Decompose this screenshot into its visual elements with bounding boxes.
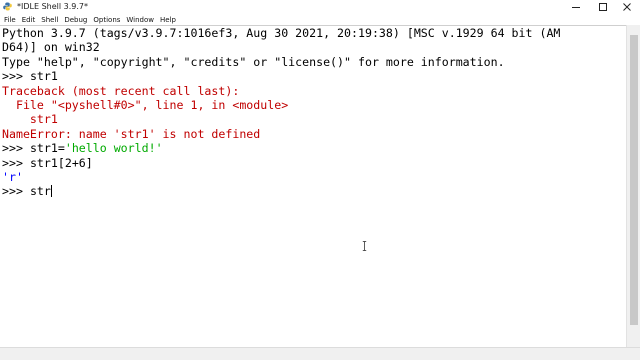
minimize-button[interactable]	[563, 0, 589, 14]
menu-shell[interactable]: Shell	[38, 15, 61, 25]
menu-window[interactable]: Window	[123, 15, 157, 25]
menu-options[interactable]: Options	[90, 15, 123, 25]
prompt: >>>	[2, 184, 23, 199]
input-line: >>> str1	[2, 69, 625, 83]
input-text: str1	[29, 69, 58, 84]
prompt: >>>	[2, 69, 23, 84]
input-text: str1=	[29, 141, 65, 156]
prompt: >>>	[2, 141, 23, 156]
input-line: >>> str1='hello world!'	[2, 141, 625, 155]
banner-line: Type "help", "copyright", "credits" or "…	[2, 54, 505, 69]
input-line: >>> str1[2+6]	[2, 156, 625, 170]
menu-edit[interactable]: Edit	[19, 15, 39, 25]
close-icon	[623, 3, 631, 11]
shell-text-area[interactable]: Python 3.9.7 (tags/v3.9.7:1016ef3, Aug 3…	[0, 25, 626, 348]
banner-line: D64)] on win32	[2, 40, 100, 55]
menu-bar: File Edit Shell Debug Options Window Hel…	[0, 14, 640, 25]
minimize-icon	[572, 7, 580, 8]
status-bar	[0, 347, 640, 360]
current-input-text[interactable]: str	[30, 184, 51, 198]
ibeam-cursor-icon	[362, 241, 367, 251]
menu-file[interactable]: File	[0, 15, 19, 25]
current-input-line[interactable]: >>> str	[2, 184, 625, 198]
error-message: NameError: name 'str1' is not defined	[2, 126, 261, 141]
python-icon	[3, 2, 12, 11]
input-text: str1[2+6]	[29, 155, 93, 170]
shell-output: Python 3.9.7 (tags/v3.9.7:1016ef3, Aug 3…	[2, 26, 625, 199]
menu-help[interactable]: Help	[157, 15, 179, 25]
maximize-button[interactable]	[590, 0, 616, 14]
traceback-file: File "<pyshell#0>", line 1, in <module>	[2, 97, 289, 112]
scrollbar-thumb[interactable]	[630, 35, 638, 325]
idle-shell-window: *IDLE Shell 3.9.7* File Edit Shell Debug…	[0, 0, 640, 360]
string-literal: 'hello world!'	[64, 141, 163, 156]
traceback-code: str1	[2, 112, 58, 127]
maximize-icon	[599, 3, 607, 11]
close-button[interactable]	[614, 0, 640, 14]
prompt: >>>	[2, 155, 23, 170]
banner-line: Python 3.9.7 (tags/v3.9.7:1016ef3, Aug 3…	[2, 26, 561, 40]
menu-debug[interactable]: Debug	[61, 15, 90, 25]
vertical-scrollbar[interactable]	[626, 25, 640, 347]
title-bar: *IDLE Shell 3.9.7*	[0, 0, 640, 14]
window-title: *IDLE Shell 3.9.7*	[17, 2, 88, 11]
traceback-header: Traceback (most recent call last):	[2, 83, 240, 98]
output-line: 'r'	[2, 169, 23, 184]
text-cursor	[50, 185, 52, 198]
